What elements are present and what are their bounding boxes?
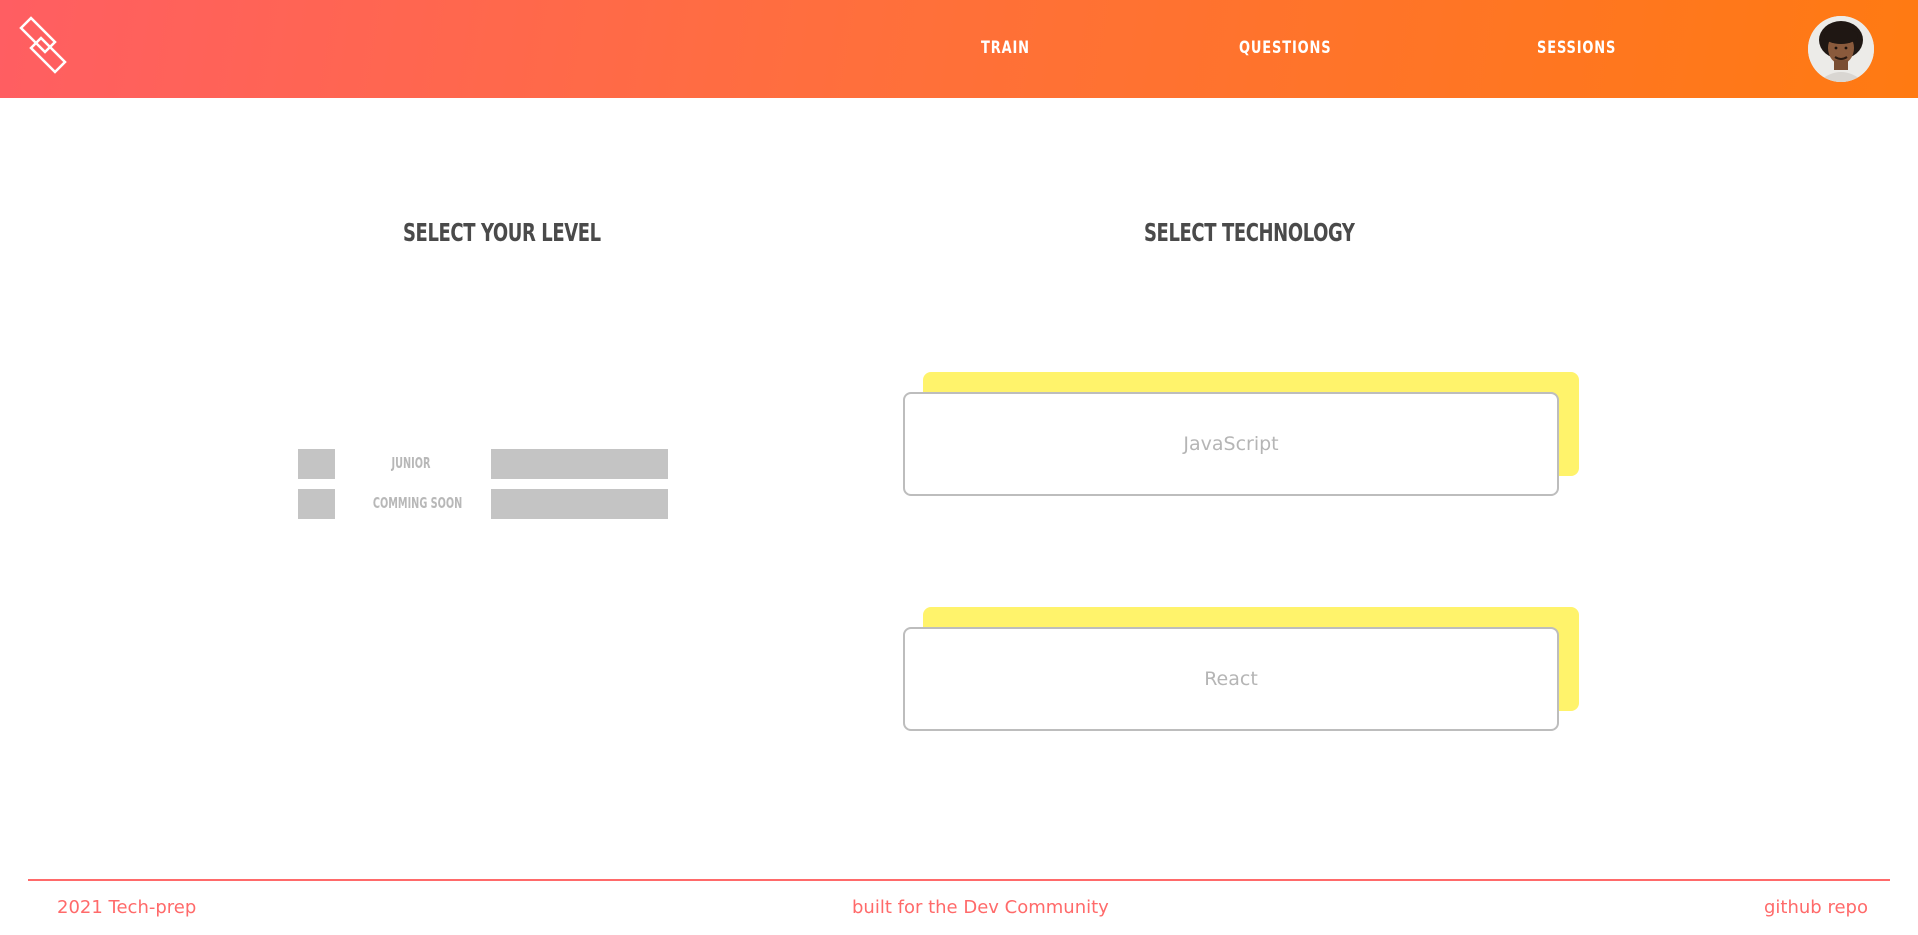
level-bar xyxy=(491,489,668,519)
tech-card-react[interactable]: React xyxy=(903,607,1579,731)
top-navigation-bar: TRAIN QUESTIONS SESSIONS xyxy=(0,0,1918,98)
github-repo-link[interactable]: github repo xyxy=(1764,897,1868,918)
user-avatar[interactable] xyxy=(1808,16,1874,82)
javascript-button[interactable]: JavaScript xyxy=(903,392,1559,496)
select-level-title: SELECT YOUR LEVEL xyxy=(403,218,601,247)
footer-copyright: 2021 Tech-prep xyxy=(57,897,197,918)
select-technology-title: SELECT TECHNOLOGY xyxy=(1144,218,1355,247)
nav-questions[interactable]: QUESTIONS xyxy=(1239,38,1332,58)
tech-card-javascript[interactable]: JavaScript xyxy=(903,372,1579,496)
diamond-logo-icon[interactable] xyxy=(17,14,69,76)
level-bar xyxy=(491,449,668,479)
footer-tagline: built for the Dev Community xyxy=(852,897,1109,918)
level-label: COMMING SOON xyxy=(372,494,463,512)
level-checkbox[interactable] xyxy=(298,449,335,479)
level-option-junior[interactable]: JUNIOR xyxy=(298,449,668,479)
level-option-coming-soon[interactable]: COMMING SOON xyxy=(298,489,668,519)
react-button[interactable]: React xyxy=(903,627,1559,731)
level-label: JUNIOR xyxy=(391,454,431,472)
level-checkbox[interactable] xyxy=(298,489,335,519)
footer-divider xyxy=(28,879,1890,881)
nav-train[interactable]: TRAIN xyxy=(981,38,1030,58)
nav-sessions[interactable]: SESSIONS xyxy=(1537,38,1616,58)
